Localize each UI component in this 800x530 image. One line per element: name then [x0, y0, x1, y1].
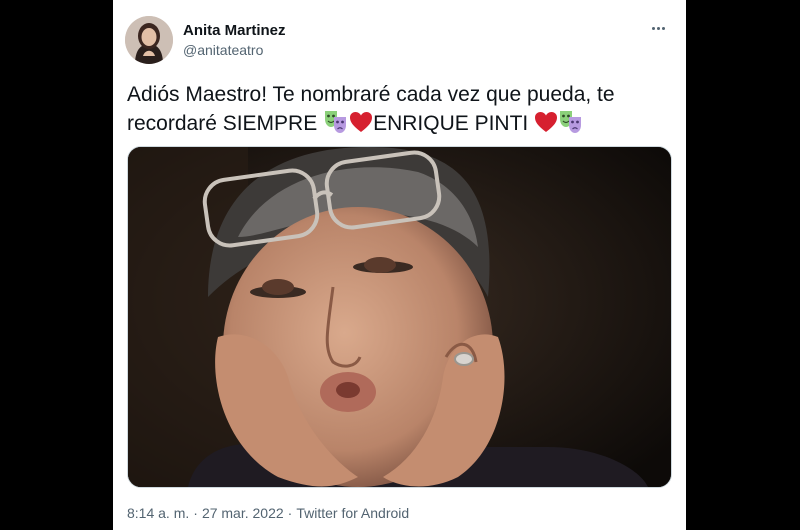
meta-separator: ·	[193, 505, 198, 521]
tweet-time[interactable]: 8:14 a. m.	[127, 505, 189, 521]
performing-arts-icon	[558, 109, 584, 141]
tweet-text-part2: ENRIQUE PINTI	[373, 112, 535, 135]
tweet-photo[interactable]	[127, 146, 672, 488]
author-handle[interactable]: @anitateatro	[183, 42, 263, 58]
red-heart-icon	[534, 111, 558, 141]
author-display-name[interactable]: Anita Martinez	[183, 22, 286, 39]
tweet-date[interactable]: 27 mar. 2022	[202, 505, 284, 521]
tweet-card: Anita Martinez @anitateatro Adiós Maestr…	[113, 0, 686, 530]
tweet-source[interactable]: Twitter for Android	[296, 505, 409, 521]
tweet-meta: 8:14 a. m. · 27 mar. 2022 · Twitter for Andr…	[127, 505, 409, 521]
more-dot	[661, 26, 665, 30]
performing-arts-icon	[323, 109, 349, 141]
red-heart-icon	[349, 111, 373, 141]
avatar-image	[125, 16, 173, 64]
more-dot	[656, 26, 660, 30]
more-dot	[651, 26, 655, 30]
more-options-button[interactable]	[648, 18, 668, 38]
avatar[interactable]	[125, 16, 173, 64]
tweet-text: Adiós Maestro! Te nombraré cada vez que …	[127, 80, 672, 141]
meta-separator: ·	[287, 505, 293, 521]
photo-portrait-man	[128, 147, 671, 487]
